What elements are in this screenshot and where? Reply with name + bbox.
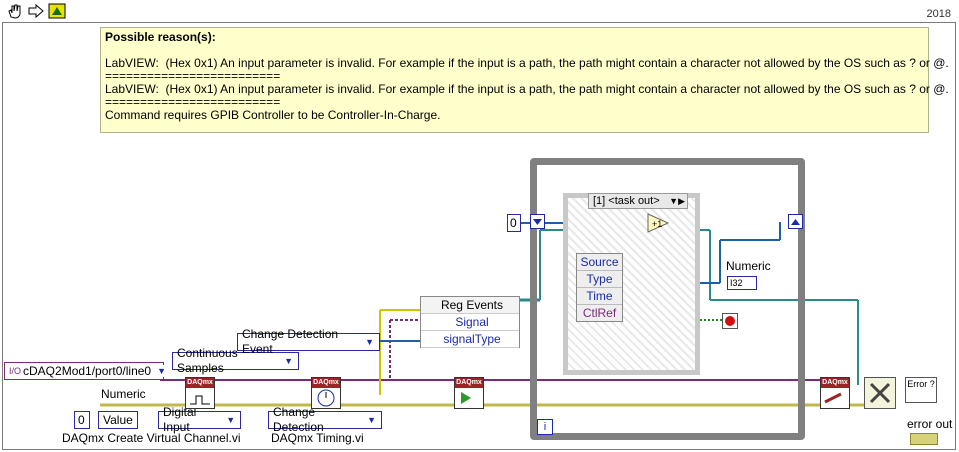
chevron-down-icon[interactable]: ▼ — [366, 414, 377, 426]
chevron-down-icon[interactable]: ▼ — [157, 365, 167, 377]
daqmx-timing-vi[interactable]: DAQmx — [311, 377, 341, 409]
vi-header: DAQmx — [455, 378, 483, 388]
numeric-zero-value: 0 — [78, 412, 85, 427]
event-time[interactable]: Time — [577, 288, 622, 305]
unregister-events-icon[interactable] — [864, 377, 896, 409]
chevron-down-icon[interactable]: ▼ — [225, 414, 236, 426]
channel-value: cDAQ2Mod1/port0/line0 — [23, 363, 152, 378]
vi-header: DAQmx — [821, 378, 849, 388]
reg-events-signal-type[interactable]: signalType — [421, 331, 519, 348]
reg-events-signal[interactable]: Signal — [421, 314, 519, 331]
chevron-down-icon[interactable]: ▼ — [364, 336, 375, 348]
event-case-label: [1] <task out> — [593, 195, 660, 207]
numeric-zero-constant[interactable]: 0 — [74, 411, 90, 429]
physical-channel-constant[interactable]: I/O cDAQ2Mod1/port0/line0 ▼ — [4, 362, 167, 380]
simple-error-handler-vi[interactable]: Error ? — [905, 377, 937, 403]
timing-type-constant[interactable]: Change Detection ▼ — [268, 405, 382, 434]
shift-register-right[interactable] — [788, 214, 803, 229]
event-ctlref[interactable]: CtlRef — [577, 305, 622, 322]
daqmx-start-task-vi[interactable]: DAQmx — [454, 377, 484, 409]
error-vi-label: Error ? — [907, 379, 935, 389]
timing-label: DAQmx Timing.vi — [271, 431, 364, 445]
event-source[interactable]: Source — [577, 254, 622, 271]
numeric2-indicator: I32 — [727, 276, 757, 290]
event-type[interactable]: Type — [577, 271, 622, 288]
numeric2-label: Numeric — [726, 259, 771, 273]
svg-text:+1: +1 — [652, 219, 662, 229]
chevron-down-icon[interactable]: ▼▶ — [669, 194, 685, 208]
event-case-selector[interactable]: [1] <task out> ▼▶ — [588, 193, 688, 209]
event-data-node: Source Type Time CtlRef — [576, 253, 623, 322]
event-type-value: Change Detection Event — [242, 327, 339, 356]
event-type-constant[interactable]: Change Detection Event ▼ — [237, 327, 380, 356]
create-channel-label: DAQmx Create Virtual Channel.vi — [62, 431, 241, 445]
shift-register-left[interactable] — [530, 214, 545, 229]
error-out-indicator — [910, 433, 938, 445]
digital-input-constant[interactable]: Digital Input ▼ — [158, 405, 241, 434]
io-icon: I/O — [9, 365, 22, 376]
value-property-node[interactable]: Value — [98, 411, 138, 429]
vi-header: DAQmx — [186, 378, 214, 388]
stop-icon[interactable] — [722, 313, 738, 329]
numeric2-type: I32 — [730, 277, 743, 288]
loop-init-value: 0 — [510, 215, 517, 230]
increment-icon[interactable]: +1 — [646, 212, 672, 234]
loop-init-constant[interactable]: 0 — [507, 214, 521, 232]
numeric-label: Numeric — [101, 387, 146, 401]
register-events-node[interactable]: Reg Events Signal signalType — [420, 296, 520, 348]
value-field: Value — [103, 412, 133, 427]
daqmx-create-channel-vi[interactable]: DAQmx — [185, 377, 215, 409]
vi-header: DAQmx — [312, 378, 340, 388]
daqmx-clear-task-vi[interactable]: DAQmx — [820, 377, 850, 409]
loop-iteration-terminal: i — [537, 419, 553, 435]
error-out-label: error out — [907, 417, 953, 431]
reg-events-title: Reg Events — [421, 297, 519, 314]
